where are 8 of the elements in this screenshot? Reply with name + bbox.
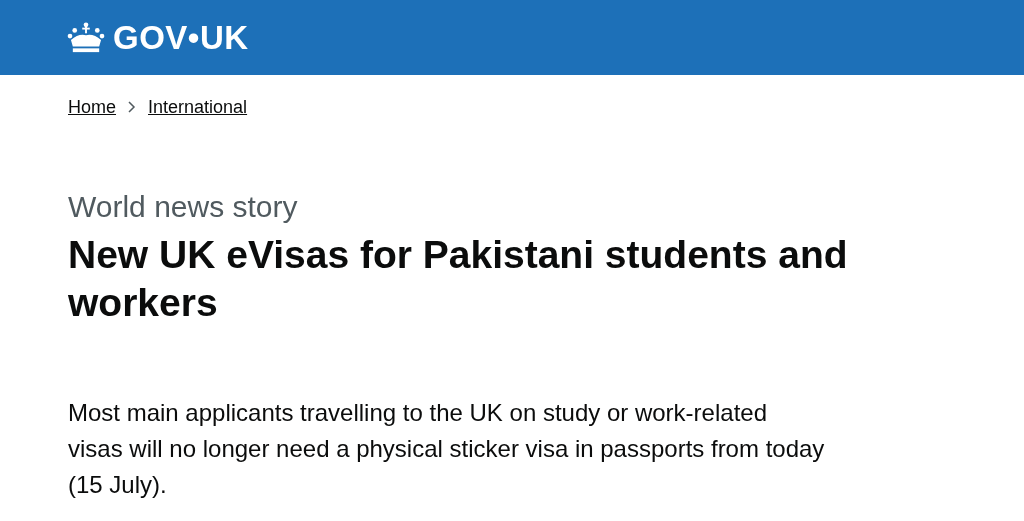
- article-type: World news story: [68, 189, 299, 225]
- breadcrumb-link[interactable]: International: [148, 96, 248, 118]
- home-logo-link[interactable]: GOV•UK: [67, 18, 249, 57]
- chevron-icon: [128, 101, 136, 113]
- lead-paragraph: Most main applicants travelling to the UK on study or work-related visas will no longer need a physical sticker visa in passports from today (15 July).: [68, 398, 826, 500]
- breadcrumb-link[interactable]: Home: [68, 96, 116, 118]
- article-title: New UK eVisas for Pakistani students and workers: [68, 232, 848, 326]
- crown-icon: [67, 21, 105, 54]
